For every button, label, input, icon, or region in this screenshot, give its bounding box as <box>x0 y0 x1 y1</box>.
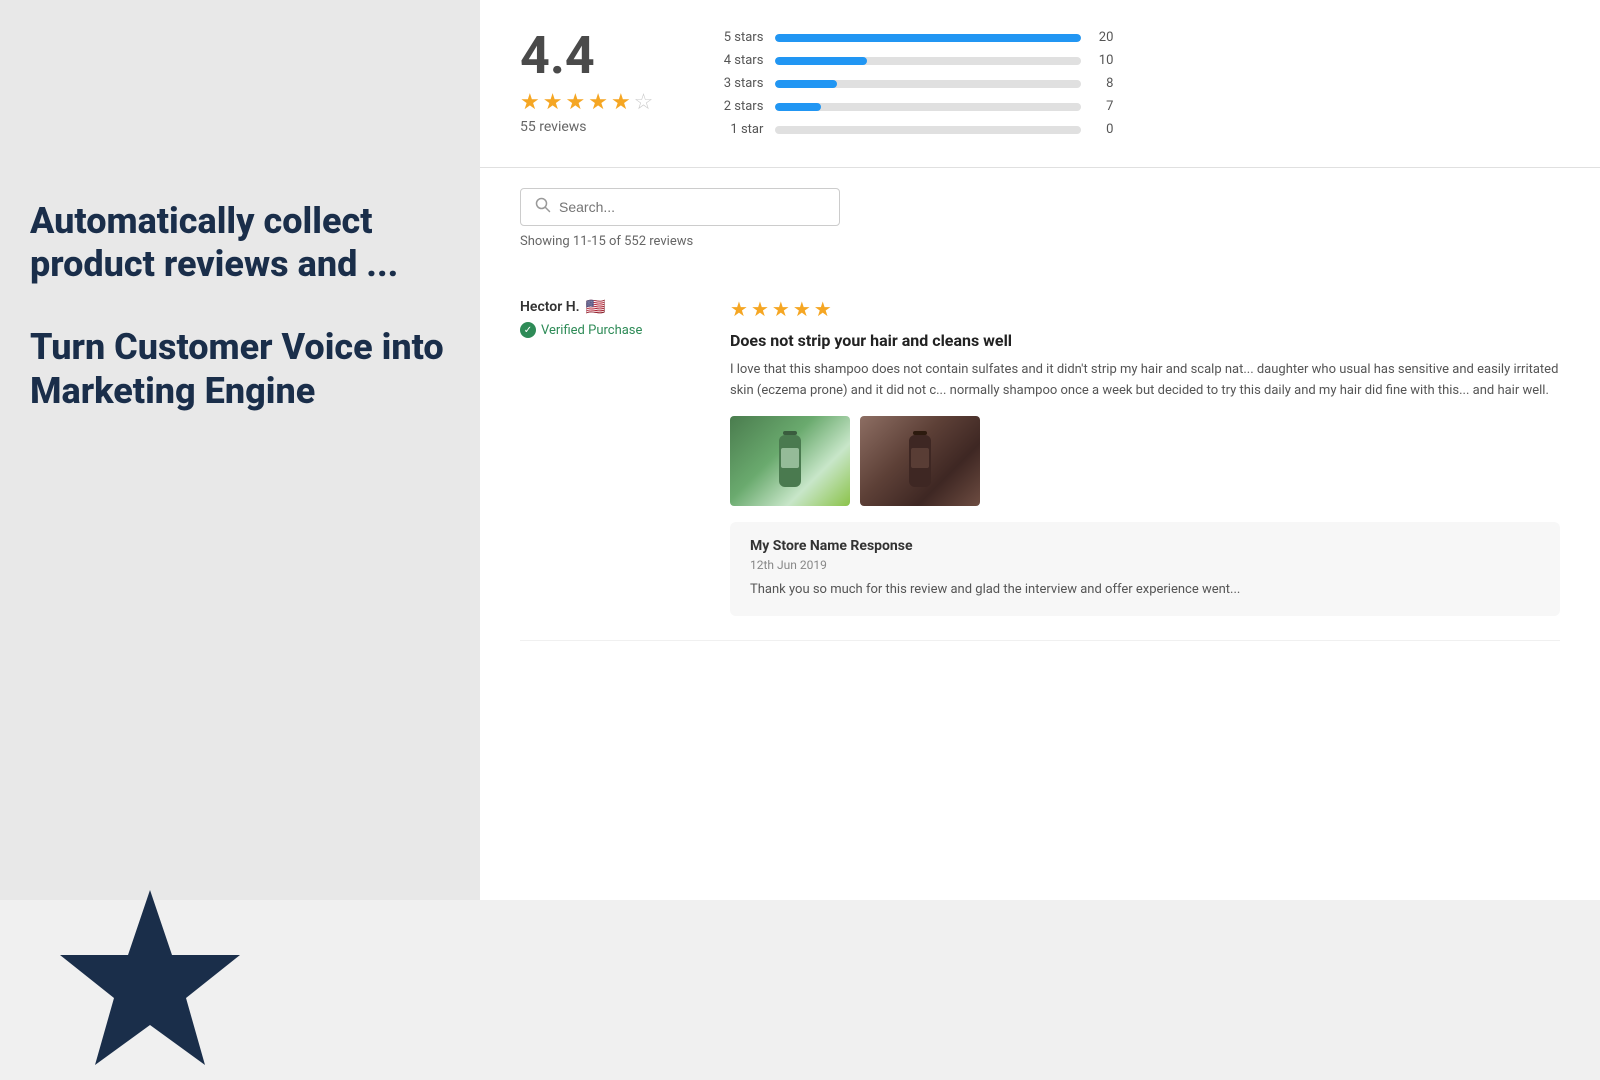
bar-fill-2 <box>775 103 821 111</box>
rating-number: 4.4 <box>520 30 595 82</box>
bar-fill-4 <box>775 57 867 65</box>
review-image-dark[interactable] <box>860 416 980 506</box>
r-star-3: ★ <box>772 297 790 321</box>
bar-row-3: 3 stars 8 <box>713 76 1113 91</box>
showing-text: Showing 11-15 of 552 reviews <box>520 226 1560 253</box>
store-response-title: My Store Name Response <box>750 538 1540 554</box>
bar-track-4 <box>775 57 1081 65</box>
store-response-text: Thank you so much for this review and gl… <box>750 580 1540 601</box>
review-content-1: ★ ★ ★ ★ ★ Does not strip your hair and c… <box>730 297 1560 616</box>
reviewer-name-text: Hector H. <box>520 299 580 315</box>
bar-count-2: 7 <box>1093 99 1113 114</box>
headline-turn: Turn Customer Voice intoMarketing Engine <box>30 326 450 412</box>
bar-track-3 <box>775 80 1081 88</box>
bar-track-2 <box>775 103 1081 111</box>
bar-row-1: 1 star 0 <box>713 122 1113 137</box>
reviewer-flag: 🇺🇸 <box>586 297 606 316</box>
headline-auto: Automatically collectproduct reviews and… <box>30 200 450 286</box>
bar-label-2: 2 stars <box>713 99 763 114</box>
review-image-green[interactable] <box>730 416 850 506</box>
bar-count-3: 8 <box>1093 76 1113 91</box>
bar-count-5: 20 <box>1093 30 1113 45</box>
verified-badge: ✓ Verified Purchase <box>520 322 700 338</box>
star-2: ★ <box>543 90 563 115</box>
review-card-1: Hector H. 🇺🇸 ✓ Verified Purchase ★ ★ ★ ★… <box>520 273 1560 641</box>
star-1: ★ <box>520 90 540 115</box>
search-section: Showing 11-15 of 552 reviews <box>480 168 1600 263</box>
bar-row-5: 5 stars 20 <box>713 30 1113 45</box>
bar-label-3: 3 stars <box>713 76 763 91</box>
star-6-empty: ☆ <box>634 90 654 115</box>
search-input[interactable] <box>559 199 825 215</box>
store-response-date: 12th Jun 2019 <box>750 558 1540 572</box>
bar-label-5: 5 stars <box>713 30 763 45</box>
bar-count-4: 10 <box>1093 53 1113 68</box>
verified-check-icon: ✓ <box>520 322 536 338</box>
star-icon <box>50 880 250 1080</box>
verified-text: Verified Purchase <box>541 323 642 338</box>
bar-fill-5 <box>775 34 1081 42</box>
bar-row-4: 4 stars 10 <box>713 53 1113 68</box>
star-3: ★ <box>565 90 585 115</box>
bar-fill-3 <box>775 80 836 88</box>
review-title-1: Does not strip your hair and cleans well <box>730 331 1560 350</box>
right-panel: 4.4 ★ ★ ★ ★ ★ ☆ 55 reviews 5 stars 20 <box>480 0 1600 900</box>
r-star-4: ★ <box>793 297 811 321</box>
reviews-area[interactable]: Hector H. 🇺🇸 ✓ Verified Purchase ★ ★ ★ ★… <box>480 263 1600 900</box>
overall-rating: 4.4 ★ ★ ★ ★ ★ ☆ 55 reviews <box>520 30 653 135</box>
bar-count-1: 0 <box>1093 122 1113 137</box>
rating-summary: 4.4 ★ ★ ★ ★ ★ ☆ 55 reviews 5 stars 20 <box>480 0 1600 168</box>
bar-label-4: 4 stars <box>713 53 763 68</box>
overall-stars: ★ ★ ★ ★ ★ ☆ <box>520 90 653 115</box>
reviewer-name-1: Hector H. 🇺🇸 <box>520 297 700 316</box>
r-star-5: ★ <box>814 297 832 321</box>
star-4: ★ <box>588 90 608 115</box>
review-text-1: I love that this shampoo does not contai… <box>730 360 1560 402</box>
rating-bars: 5 stars 20 4 stars 10 3 stars 8 <box>713 30 1113 137</box>
search-icon <box>535 197 551 217</box>
bar-label-1: 1 star <box>713 122 763 137</box>
star-5-half: ★ <box>611 90 631 115</box>
reviewer-info-1: Hector H. 🇺🇸 ✓ Verified Purchase <box>520 297 700 616</box>
store-response: My Store Name Response 12th Jun 2019 Tha… <box>730 522 1560 617</box>
left-panel: Automatically collectproduct reviews and… <box>0 0 480 900</box>
bar-row-2: 2 stars 7 <box>713 99 1113 114</box>
review-stars-1: ★ ★ ★ ★ ★ <box>730 297 1560 321</box>
search-box[interactable] <box>520 188 840 226</box>
bar-track-5 <box>775 34 1081 42</box>
r-star-1: ★ <box>730 297 748 321</box>
review-count: 55 reviews <box>520 119 587 135</box>
bar-track-1 <box>775 126 1081 134</box>
review-images-1 <box>730 416 1560 506</box>
r-star-2: ★ <box>751 297 769 321</box>
